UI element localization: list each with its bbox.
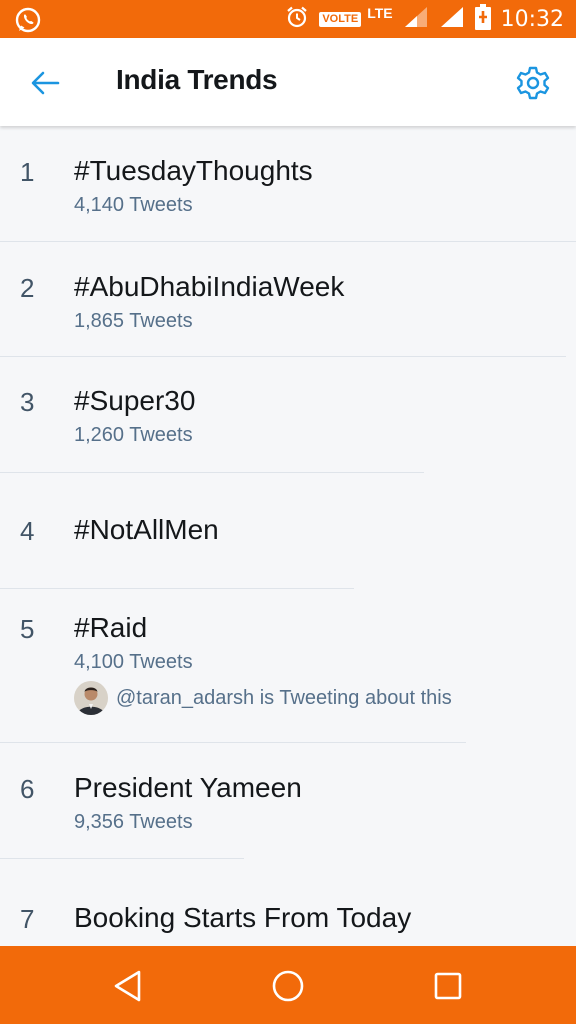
status-bar: VOLTE LTE 10:32 (0, 0, 576, 38)
page-title: India Trends (116, 64, 278, 95)
avatar (74, 681, 108, 715)
trend-tweet-count: 4,100 Tweets (74, 651, 193, 673)
trend-tweet-count: 1,865 Tweets (74, 310, 193, 332)
trend-context[interactable]: @taran_adarsh is Tweeting about this (74, 680, 452, 716)
trend-name: #TuesdayThoughts (74, 155, 313, 186)
network-type: LTE (367, 5, 393, 21)
trend-rank: 2 (20, 273, 35, 303)
trend-item[interactable]: 3 #Super30 1,260 Tweets (0, 357, 576, 472)
trend-item[interactable]: 4 #NotAllMen (0, 473, 576, 588)
nav-home-button[interactable] (268, 966, 308, 1006)
trend-name: #Super30 (74, 385, 196, 416)
trend-tweet-count: 9,356 Tweets (74, 811, 193, 833)
trend-rank: 1 (20, 157, 35, 187)
volte-badge: VOLTE (319, 11, 362, 27)
recents-square-icon (434, 972, 462, 1000)
trend-item[interactable]: 7 Booking Starts From Today (0, 859, 576, 946)
nav-back-button[interactable] (108, 966, 148, 1006)
trend-tweet-count: 1,260 Tweets (74, 424, 193, 446)
clock: 10:32 (500, 6, 564, 32)
settings-button[interactable] (514, 64, 552, 102)
trend-name: #Raid (74, 612, 148, 643)
trend-rank: 3 (20, 387, 35, 417)
trend-name: #NotAllMen (74, 514, 219, 545)
trend-item[interactable]: 1 #TuesdayThoughts 4,140 Tweets (0, 128, 576, 241)
back-triangle-icon (114, 970, 141, 1002)
battery-charging-icon (474, 3, 491, 35)
app-header: India Trends (0, 38, 576, 126)
gear-icon (516, 66, 550, 100)
trend-name: Booking Starts From Today (74, 902, 412, 933)
trend-rank: 4 (20, 516, 35, 546)
trend-list[interactable]: 1 #TuesdayThoughts 4,140 Tweets 2 #AbuDh… (0, 128, 576, 946)
back-button[interactable] (24, 62, 66, 104)
trend-item[interactable]: 6 President Yameen 9,356 Tweets (0, 743, 576, 858)
trend-name: President Yameen (74, 772, 302, 803)
signal-icon (439, 5, 465, 34)
whatsapp-icon (14, 6, 42, 34)
trend-rank: 5 (20, 614, 35, 644)
nav-recents-button[interactable] (428, 966, 468, 1006)
trend-rank: 6 (20, 774, 35, 804)
trend-item[interactable]: 5 #Raid 4,100 Tweets @taran_adarsh is Tw… (0, 589, 576, 742)
signal-icon (403, 5, 429, 34)
navigation-bar (0, 946, 576, 1024)
trend-tweet-count: 4,140 Tweets (74, 194, 193, 216)
trend-context-text: @taran_adarsh is Tweeting about this (116, 686, 452, 709)
trend-rank: 7 (20, 904, 35, 934)
trend-item[interactable]: 2 #AbuDhabiIndiaWeek 1,865 Tweets (0, 242, 576, 356)
alarm-icon (285, 5, 309, 34)
trend-name: #AbuDhabiIndiaWeek (74, 271, 345, 302)
arrow-left-icon (31, 71, 60, 95)
home-circle-icon (272, 970, 304, 1002)
